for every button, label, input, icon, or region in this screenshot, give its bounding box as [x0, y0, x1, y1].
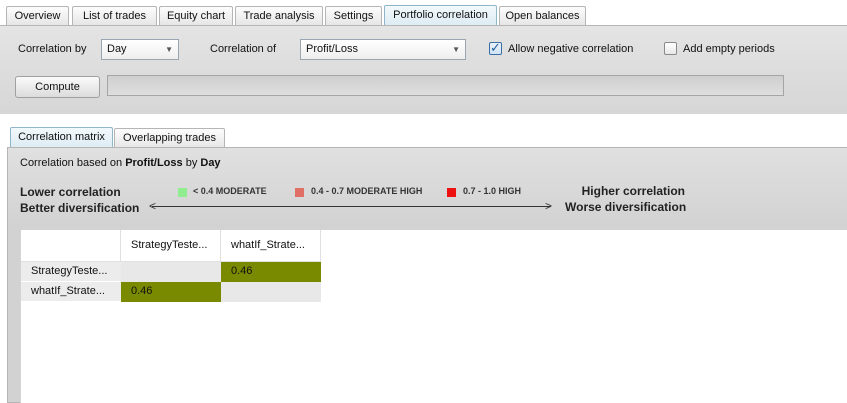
tab-open-balances[interactable]: Open balances — [499, 6, 586, 25]
info-period: Day — [200, 157, 221, 169]
allow-negative-label: Allow negative correlation — [508, 43, 634, 55]
compute-button[interactable]: Compute — [15, 76, 100, 98]
tab-overlapping-trades[interactable]: Overlapping trades — [114, 128, 225, 148]
correlation-by-select[interactable]: Day ▼ — [101, 39, 179, 60]
tab-list-of-trades[interactable]: List of trades — [72, 6, 157, 25]
matrix-cell[interactable]: 0.46 — [221, 262, 321, 282]
legend-label-high: 0.7 - 1.0 HIGH — [463, 186, 522, 196]
tab-overview[interactable]: Overview — [6, 6, 69, 25]
matrix-cell[interactable]: 0.46 — [121, 282, 221, 302]
legend-label-moderate: < 0.4 MODERATE — [193, 186, 267, 196]
higher-correlation-line2: Worse diversification — [565, 200, 687, 214]
info-by: by — [182, 157, 201, 169]
lower-correlation-line2: Better diversification — [20, 201, 140, 215]
checkmark-icon: ✓ — [490, 40, 501, 55]
allow-negative-checkbox[interactable]: ✓ — [489, 40, 502, 55]
tab-equity-chart[interactable]: Equity chart — [159, 6, 233, 25]
info-prefix: Correlation based on — [20, 157, 126, 169]
add-empty-periods-label: Add empty periods — [683, 43, 775, 55]
tab-portfolio-correlation[interactable]: Portfolio correlation — [384, 5, 497, 26]
compute-progress-bar — [107, 75, 784, 96]
legend-swatch-moderate — [178, 188, 187, 197]
main-tab-bar: Overview List of trades Equity chart Tra… — [0, 0, 847, 26]
correlation-of-label: Correlation of — [210, 43, 277, 55]
matrix-row-header[interactable]: StrategyTeste... — [21, 262, 121, 282]
correlation-by-value: Day — [107, 43, 127, 55]
chevron-down-icon: ▼ — [165, 45, 173, 54]
correlation-of-value: Profit/Loss — [306, 43, 358, 55]
tab-settings[interactable]: Settings — [325, 6, 382, 25]
correlation-matrix-grid: StrategyTeste... whatIf_Strate... Strate… — [20, 229, 847, 403]
chevron-down-icon: ▼ — [452, 45, 460, 54]
legend-swatch-high — [447, 188, 456, 197]
matrix-column-header[interactable]: StrategyTeste... — [121, 230, 221, 262]
tab-correlation-matrix[interactable]: Correlation matrix — [10, 127, 113, 148]
higher-correlation-label: Higher correlation Worse diversification — [565, 183, 687, 215]
lower-correlation-label: Lower correlation Better diversification — [20, 184, 139, 216]
tab-trade-analysis[interactable]: Trade analysis — [235, 6, 323, 25]
arrow-right-icon: > — [545, 199, 553, 213]
matrix-row-header[interactable]: whatIf_Strate... — [21, 282, 121, 302]
matrix-cell[interactable] — [121, 262, 221, 282]
correlation-of-select[interactable]: Profit/Loss ▼ — [300, 39, 466, 60]
correlation-scale-arrow — [152, 206, 550, 207]
matrix-column-header[interactable]: whatIf_Strate... — [221, 230, 321, 262]
matrix-corner-cell — [21, 230, 121, 262]
higher-correlation-line1: Higher correlation — [581, 184, 685, 198]
legend-swatch-moderate-high — [295, 188, 304, 197]
matrix-cell[interactable] — [221, 282, 321, 302]
correlation-basis-text: Correlation based on Profit/Loss by Day — [20, 157, 221, 169]
lower-correlation-line1: Lower correlation — [20, 185, 121, 199]
legend-label-moderate-high: 0.4 - 0.7 MODERATE HIGH — [311, 186, 423, 196]
add-empty-periods-checkbox[interactable] — [664, 42, 677, 55]
info-metric: Profit/Loss — [125, 157, 183, 169]
correlation-by-label: Correlation by — [18, 43, 87, 55]
